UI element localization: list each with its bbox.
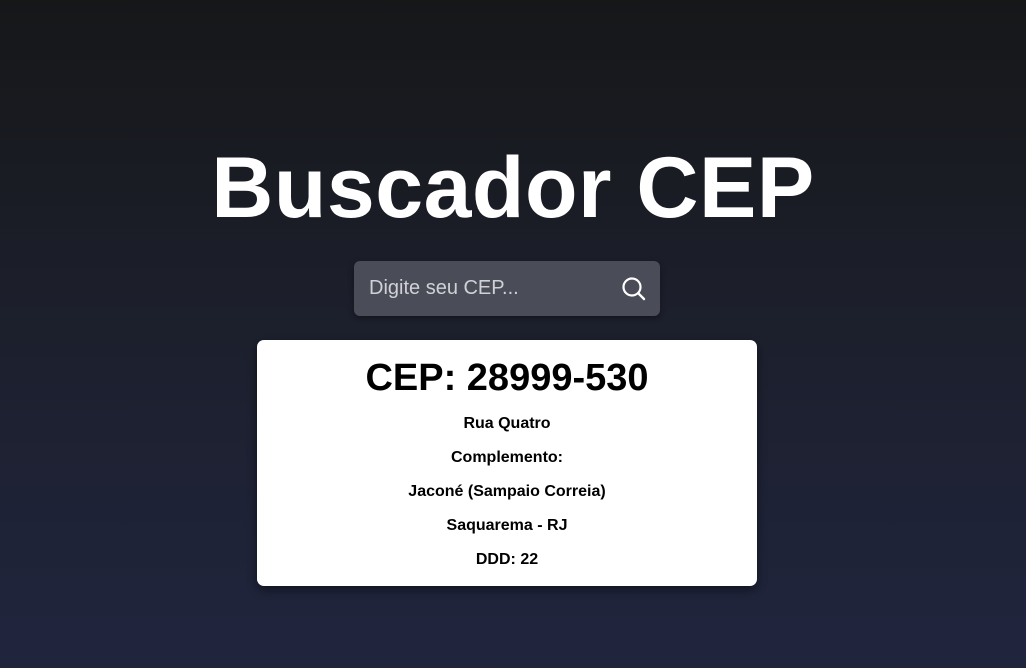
page-title: Buscador CEP (211, 140, 815, 236)
result-card: CEP: 28999-530 Rua Quatro Complemento: J… (257, 340, 757, 586)
street-text: Rua Quatro (463, 415, 551, 432)
ddd-text: DDD: 22 (475, 551, 539, 568)
complement-text: Complemento: (451, 449, 563, 466)
neighborhood-text: Jaconé (Sampaio Correia) (408, 483, 606, 500)
search-icon (618, 273, 650, 305)
search-button[interactable] (618, 273, 650, 305)
app-container: Buscador CEP CEP: 28999-530 Rua Quatro C… (0, 0, 1026, 668)
search-box (354, 261, 660, 316)
cep-heading: CEP: 28999-530 (365, 357, 649, 399)
search-input[interactable] (354, 261, 604, 316)
city-state-text: Saquarema - RJ (446, 517, 568, 534)
